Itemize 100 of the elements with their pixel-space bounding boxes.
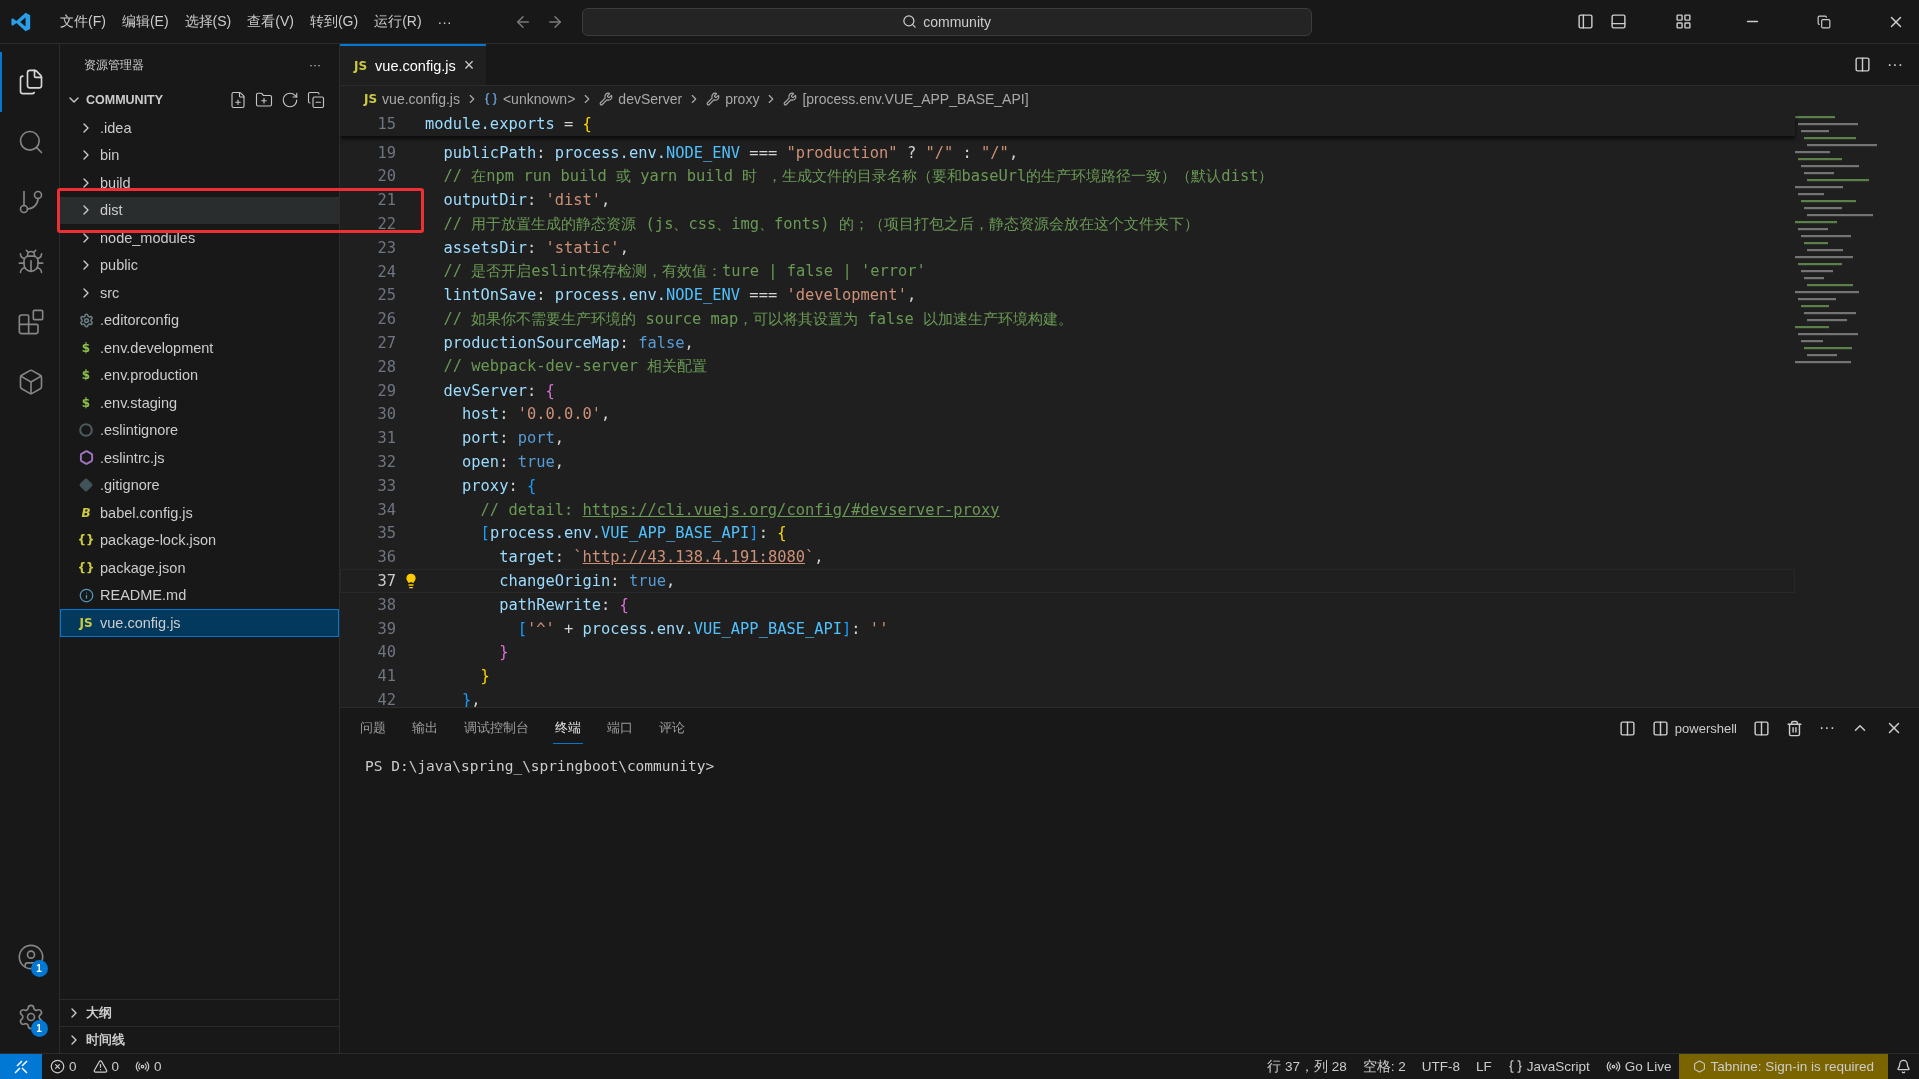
breadcrumb-item[interactable]: <unknown> (502, 91, 576, 107)
line-number: 24 (376, 262, 396, 281)
tree-item[interactable]: .gitignore (60, 471, 339, 499)
line-number: 22 (376, 215, 396, 234)
collapse-icon[interactable] (307, 91, 325, 109)
restore-icon[interactable] (1817, 14, 1831, 29)
editor-tab[interactable]: JS vue.config.js × (340, 44, 487, 85)
folder-title[interactable]: COMMUNITY (86, 93, 164, 107)
panel-tab[interactable]: 终端 (553, 712, 583, 744)
new-terminal-icon[interactable] (1618, 719, 1636, 737)
more-actions[interactable]: ··· (309, 58, 321, 72)
menu-item[interactable]: 编辑(E) (113, 8, 177, 35)
panel-tab[interactable]: 调试控制台 (462, 712, 531, 744)
more-actions[interactable]: ··· (1887, 55, 1903, 74)
tree-item[interactable]: JS vue.config.js (60, 609, 339, 637)
panel-tab[interactable]: 问题 (358, 712, 388, 744)
code-line: port: port, (461, 429, 565, 448)
search-field[interactable]: community (581, 7, 1312, 36)
go-live-status[interactable]: Go Live (1597, 1054, 1680, 1079)
new-folder-icon[interactable] (255, 91, 273, 109)
tree-item[interactable]: B babel.config.js (60, 499, 339, 527)
gear-icon (78, 312, 94, 328)
code-line: // 在npm run build 或 yarn build 时 ，生成文件的目录名称（要和baseUrl的生产环境路径一致）（默认dist） (442, 166, 1274, 187)
wrench-icon (706, 92, 721, 106)
code-line: // 是否开启eslint保存检测，有效值：ture | false | 'error' (442, 261, 926, 283)
line-number: 23 (376, 238, 396, 257)
bug-icon[interactable] (16, 248, 45, 276)
tree-item[interactable]: .eslintignore (60, 416, 339, 444)
panel-toggle-icon[interactable] (1610, 13, 1627, 30)
status-item[interactable]: UTF-8 (1413, 1054, 1469, 1079)
antenna-icon (135, 1059, 151, 1074)
code-line: // detail: https://cli.vuejs.org/config/#devserver-proxy (479, 500, 1000, 519)
braces-icon (483, 92, 498, 106)
line-number: 33 (376, 476, 396, 495)
line-number: 25 (376, 286, 396, 305)
tree-item[interactable]: {} package-lock.json (60, 526, 339, 554)
refresh-icon[interactable] (281, 91, 299, 109)
breadcrumb-item[interactable]: proxy (725, 91, 760, 107)
panel-tab[interactable]: 端口 (605, 712, 635, 744)
status-item[interactable]: 空格: 2 (1354, 1054, 1414, 1079)
tree-item[interactable]: dist (60, 196, 339, 224)
wrench-icon (599, 92, 614, 106)
line-number: 29 (376, 381, 396, 400)
menu-item[interactable]: 运行(R) (366, 8, 430, 35)
code-line: // 用于放置生成的静态资源 (js、css、img、fonts) 的；（项目打包之后，静态资源会放在这个文件夹下） (442, 213, 1199, 235)
tree-item[interactable]: public (60, 251, 339, 279)
layout-icon[interactable] (1675, 13, 1692, 30)
tree-item[interactable]: .idea (60, 114, 339, 142)
tree-item[interactable]: $ .env.staging (60, 389, 339, 417)
status-item[interactable]: 行 37，列 28 (1259, 1054, 1355, 1079)
sidebar-toggle-icon[interactable] (1577, 13, 1594, 30)
ports-status[interactable]: 0 (127, 1054, 170, 1079)
tree-item[interactable]: src (60, 279, 339, 307)
line-number: 26 (376, 310, 396, 329)
tree-item[interactable]: $ .env.production (60, 361, 339, 389)
warnings-status[interactable]: 0 (84, 1054, 128, 1079)
menu-item[interactable]: ··· (429, 9, 460, 34)
tree-item[interactable]: .eslintrc.js (60, 444, 339, 472)
section-header[interactable]: 大纲 (60, 999, 339, 1026)
tabnine-status[interactable]: Tabnine: Sign-in is required (1679, 1054, 1888, 1079)
code-line: // 如果你不需要生产环境的 source map，可以将其设置为 false 以加速生产环境构建。 (442, 308, 1074, 330)
split-terminal-icon[interactable] (1753, 719, 1770, 737)
menu-item[interactable]: 文件(F) (52, 8, 114, 35)
line-number: 42 (376, 691, 396, 707)
breadcrumb-item[interactable]: devServer (618, 91, 683, 107)
breadcrumb-item[interactable]: vue.config.js (382, 91, 460, 107)
more-actions[interactable]: ··· (1819, 719, 1835, 737)
account-icon[interactable] (16, 943, 45, 971)
tree-item[interactable]: node_modules (60, 224, 339, 252)
status-item[interactable]: LF (1468, 1054, 1500, 1079)
line-number: 31 (376, 429, 396, 448)
split-editor-icon[interactable] (1854, 56, 1871, 73)
tree-item[interactable]: bin (60, 141, 339, 169)
bell-icon[interactable] (1896, 1059, 1911, 1074)
panel-tab[interactable]: 评论 (657, 712, 687, 744)
errors-status[interactable]: 0 (42, 1054, 85, 1079)
new-file-icon[interactable] (229, 91, 247, 109)
line-number: 40 (376, 643, 396, 662)
extensions-icon[interactable] (16, 308, 45, 336)
tree-item[interactable]: build (60, 169, 339, 197)
code-line: productionSourceMap: false, (442, 334, 694, 353)
dollar-icon: $ (81, 340, 91, 355)
code-line: }, (461, 691, 481, 707)
terminal-name[interactable]: powershell (1674, 720, 1737, 736)
menu-item[interactable]: 转到(G) (301, 8, 367, 35)
language-status[interactable]: JavaScript (1499, 1054, 1598, 1079)
trash-icon[interactable] (1786, 719, 1803, 737)
code-line: } (479, 667, 490, 686)
close-tab[interactable]: × (463, 55, 475, 76)
tree-item[interactable]: .editorconfig (60, 306, 339, 334)
code-line: module.exports = { (425, 114, 592, 133)
tree-item[interactable]: {} package.json (60, 554, 339, 582)
tree-item[interactable]: $ .env.development (60, 334, 339, 362)
panel-tab[interactable]: 输出 (410, 712, 440, 744)
code-line: [process.env.VUE_APP_BASE_API]: { (479, 524, 787, 543)
menu-item[interactable]: 选择(S) (176, 8, 240, 35)
breadcrumb-item[interactable]: [process.env.VUE_APP_BASE_API] (802, 91, 1029, 107)
code-line: lintOnSave: process.env.NODE_ENV === 'development', (442, 286, 917, 305)
tree-item[interactable]: README.md (60, 581, 339, 609)
menu-item[interactable]: 查看(V) (239, 8, 302, 35)
